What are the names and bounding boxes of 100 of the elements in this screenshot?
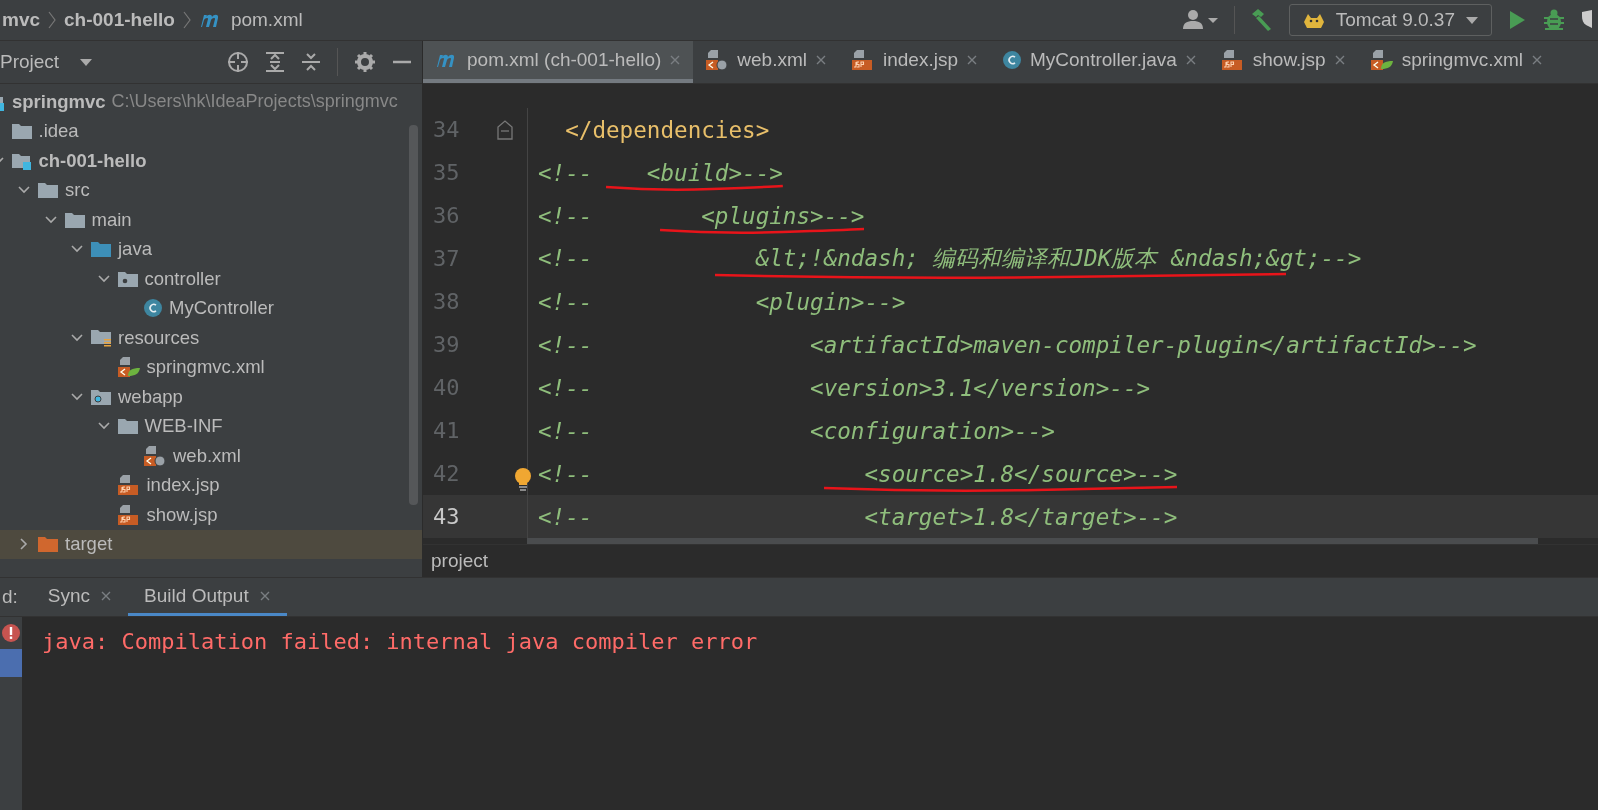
breadcrumb-item[interactable]: pom.xml — [230, 9, 303, 31]
collapse-all-icon[interactable] — [301, 51, 321, 73]
close-icon[interactable] — [1531, 54, 1544, 66]
tree-item[interactable]: web.xml — [0, 441, 422, 471]
scrollbar[interactable] — [409, 125, 418, 505]
panel-tab[interactable]: Build Output — [128, 578, 287, 616]
jsp-file-icon — [851, 49, 875, 71]
code-line: <!-- <build>--> — [538, 159, 783, 186]
tree-item-label: springmvc — [12, 90, 106, 113]
error-message: java: Compilation failed: internal java compiler error — [41, 628, 759, 656]
jsp-file-icon — [116, 474, 141, 497]
caret-icon — [1465, 15, 1479, 25]
tree-item-label: springmvc.xml — [146, 356, 265, 379]
code-line: <!-- &lt;!&ndash; 编码和编译和JDK版本 &ndash;&gt;--> — [538, 245, 1362, 271]
tree-item-label: web.xml — [173, 444, 241, 467]
breadcrumb-item[interactable]: mvc — [2, 9, 41, 31]
line-number: 34 — [432, 117, 461, 142]
tree-item-label: MyController — [169, 297, 274, 320]
tree-item[interactable]: controller — [0, 264, 422, 294]
tree-item[interactable]: resources — [0, 323, 422, 353]
close-icon[interactable] — [258, 589, 271, 602]
line-number: 38 — [432, 289, 461, 314]
tree-item-label: WEB-INF — [144, 415, 223, 438]
tree-item-label: src — [65, 179, 90, 202]
class-icon — [143, 298, 163, 319]
lightbulb-icon[interactable] — [514, 466, 532, 493]
code-line: <!-- <source>1.8</source>--> — [538, 460, 1178, 487]
close-icon[interactable] — [1333, 54, 1346, 66]
run-configuration-dropdown[interactable]: Tomcat 9.0.37 — [1288, 4, 1492, 36]
close-icon[interactable] — [966, 54, 978, 66]
tree-item[interactable]: WEB-INF — [0, 411, 422, 441]
user-icon[interactable] — [1181, 9, 1220, 31]
crosshair-icon[interactable] — [227, 51, 249, 73]
caret-icon — [79, 57, 94, 67]
tree-item[interactable]: target — [0, 529, 422, 559]
error-icon[interactable] — [1, 623, 21, 643]
spring-xml-file-icon — [1369, 49, 1394, 71]
tree-item-label: ch-001-hello — [38, 149, 147, 172]
editor-tab[interactable]: pom.xml (ch-001-hello) — [423, 41, 694, 83]
jsp-file-icon — [1220, 49, 1245, 71]
tree-item-label: main — [91, 208, 132, 231]
chevron-right-icon — [182, 10, 191, 30]
spring-xml-file-icon — [116, 356, 141, 379]
panel-label: d: — [2, 586, 18, 608]
class-icon — [1002, 50, 1022, 70]
package-folder-icon — [116, 269, 139, 288]
editor-tab[interactable]: show.jsp — [1208, 41, 1358, 83]
tree-item[interactable]: springmvc.xml — [0, 352, 422, 382]
tree-item[interactable]: index.jsp — [0, 470, 422, 500]
panel-tab[interactable]: Sync — [31, 578, 129, 616]
tree-item[interactable]: springmvc C:\Users\hk\IdeaProjects\springmvc — [0, 87, 422, 117]
tree-item-label: controller — [144, 267, 221, 290]
resources-folder-icon — [90, 327, 112, 348]
folder-icon — [63, 210, 86, 229]
tree-item-label: .idea — [38, 120, 79, 143]
tree-item[interactable]: webapp — [0, 382, 422, 412]
line-number: 35 — [432, 160, 461, 185]
editor-tab[interactable]: index.jsp — [839, 41, 990, 83]
close-icon[interactable] — [100, 589, 113, 602]
tree-item[interactable]: main — [0, 205, 422, 235]
settings-icon[interactable] — [354, 51, 376, 73]
chevron-right-icon — [48, 10, 57, 30]
tree-item-label: resources — [118, 326, 200, 349]
expand-all-icon[interactable] — [265, 51, 285, 73]
code-line: </dependencies> — [564, 116, 770, 143]
editor-tab[interactable]: MyController.java — [990, 41, 1209, 83]
tree-item-label: show.jsp — [146, 503, 218, 526]
code-line: <!-- <plugin>--> — [538, 288, 906, 315]
code-line: <!-- <artifactId>maven-compiler-plugin</artifactId>--> — [538, 331, 1477, 358]
tree-item-label: index.jsp — [146, 474, 220, 497]
breadcrumb-item[interactable]: ch-001-hello — [64, 9, 175, 31]
tree-item[interactable]: src — [0, 175, 422, 205]
tree-item[interactable]: ch-001-hello — [0, 146, 422, 176]
fold-icon[interactable] — [496, 118, 514, 141]
selected-node-marker[interactable] — [0, 649, 22, 677]
code-line: <!-- <plugins>--> — [538, 202, 865, 229]
web-xml-file-icon — [143, 444, 167, 467]
folder-icon — [37, 181, 59, 200]
folder-icon — [90, 240, 112, 259]
editor-tab[interactable]: web.xml — [693, 41, 839, 83]
line-number: 37 — [432, 246, 461, 271]
tree-item[interactable]: java — [0, 234, 422, 264]
line-number: 36 — [432, 203, 461, 228]
code-line: <!-- <version>3.1</version>--> — [538, 374, 1151, 401]
close-icon[interactable] — [815, 54, 827, 66]
breadcrumb-item[interactable]: project — [431, 550, 489, 572]
folder-icon — [37, 535, 59, 554]
project-path: C:\Users\hk\IdeaProjects\springmvc — [111, 91, 398, 113]
tree-item[interactable]: MyController — [0, 293, 422, 323]
scrollbar[interactable] — [527, 538, 1538, 544]
tree-item[interactable]: .idea — [0, 116, 422, 146]
tree-item[interactable]: show.jsp — [0, 500, 422, 530]
close-icon[interactable] — [1184, 54, 1197, 66]
project-view-dropdown[interactable]: Project — [0, 49, 98, 75]
line-number: 43 — [432, 504, 461, 529]
tree-item-label: webapp — [118, 385, 183, 408]
editor-tab[interactable]: springmvc.xml — [1357, 41, 1556, 83]
line-number: 39 — [432, 332, 461, 357]
folder-icon — [10, 122, 33, 141]
bug-icon[interactable] — [1542, 8, 1566, 32]
